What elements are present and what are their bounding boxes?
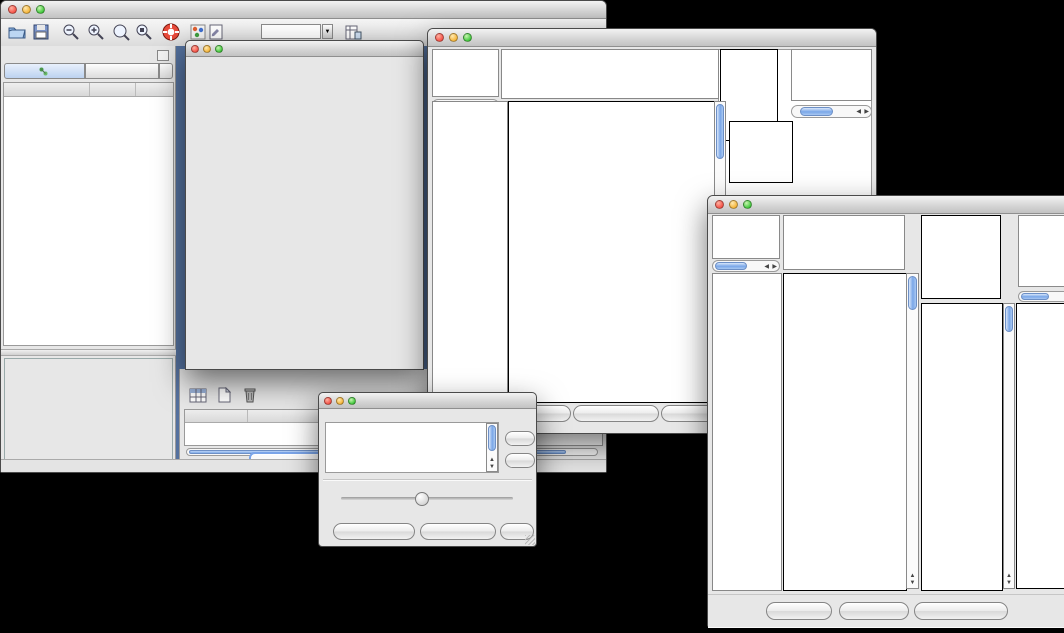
desktop: ▼ [0, 0, 1064, 633]
slider-thumb[interactable] [415, 492, 429, 506]
tab-network[interactable] [4, 63, 85, 79]
birdseye-view[interactable] [4, 358, 173, 460]
splitter-handle[interactable] [1, 349, 176, 356]
save-icon[interactable] [31, 22, 51, 42]
dialog-titlebar[interactable] [319, 393, 536, 409]
treeview2-titlebar[interactable] [708, 196, 1064, 214]
tv2-button-bar [708, 594, 1064, 627]
tv2-zoom-hscrollbar[interactable] [1018, 291, 1064, 302]
tv1-zoom-hscrollbar[interactable]: ◀ ▶ [791, 105, 872, 118]
minimize-icon[interactable] [336, 397, 344, 405]
map-colors-dialog: ▲ ▼ [318, 392, 537, 547]
tv1-export-graphics-button[interactable] [573, 405, 659, 422]
tv2-column-dendrogram-area [783, 215, 905, 270]
tv2-usage-hints [1018, 215, 1064, 287]
minimize-icon[interactable] [203, 45, 211, 53]
zoom-window-icon[interactable] [743, 200, 752, 209]
vizmapper-icon[interactable] [188, 22, 208, 42]
tv2-row-dendrogram[interactable] [712, 273, 782, 591]
close-icon[interactable] [8, 5, 17, 14]
search-input[interactable] [261, 24, 321, 39]
zoom-window-icon[interactable] [348, 397, 356, 405]
close-icon[interactable] [715, 200, 724, 209]
zoom-selected-icon[interactable] [134, 22, 154, 42]
zoom-out-icon[interactable] [61, 22, 81, 42]
scroll-up-icon[interactable]: ▲ [487, 457, 497, 463]
annotation-icon[interactable] [206, 22, 226, 42]
zoom-window-icon[interactable] [463, 33, 472, 42]
scroll-right-icon[interactable]: ▶ [864, 106, 869, 117]
tv2-view-status [712, 215, 780, 259]
tv1-usage-hints [791, 49, 872, 101]
data-col-id[interactable] [185, 410, 248, 422]
tv2-save-data-button[interactable] [839, 602, 909, 620]
delete-attribute-icon[interactable] [240, 385, 260, 405]
tv2-column-labels [921, 215, 1001, 299]
tv1-column-dendrogram[interactable] [501, 49, 719, 99]
control-panel [1, 46, 176, 459]
search-dropdown-icon[interactable]: ▼ [322, 24, 333, 39]
create-vizmap-button[interactable] [420, 523, 496, 540]
scroll-left-icon[interactable]: ◀ [856, 106, 861, 117]
network-view-canvas[interactable] [186, 57, 421, 368]
col-header-nodes[interactable] [90, 83, 136, 96]
tv1-view-status [432, 49, 499, 97]
tv1-row-dendrogram[interactable] [432, 101, 508, 403]
scroll-down-icon[interactable]: ▼ [487, 464, 497, 470]
col-header-network[interactable] [4, 83, 90, 96]
scroll-up-icon[interactable]: ▲ [1004, 573, 1014, 579]
scroll-right-icon[interactable]: ▶ [772, 261, 777, 271]
zoom-in-icon[interactable] [86, 22, 106, 42]
tv1-heatmap[interactable] [508, 101, 715, 403]
tv1-zoom-heatmap[interactable] [729, 121, 793, 183]
tv2-zoom-heatmap[interactable] [921, 303, 1003, 591]
zoom-window-icon[interactable] [36, 5, 45, 14]
tv2-vscrollbar[interactable]: ▲ ▼ [906, 273, 919, 589]
tv2-gene-labels [1016, 303, 1064, 589]
float-panel-icon[interactable] [157, 50, 169, 61]
open-folder-icon[interactable] [7, 22, 27, 42]
attribute-batch-icon[interactable] [343, 22, 363, 42]
move-down-button[interactable] [505, 453, 535, 468]
main-titlebar[interactable] [1, 1, 606, 19]
attribute-list[interactable] [325, 422, 499, 473]
close-icon[interactable] [435, 33, 444, 42]
attribute-select-icon[interactable] [188, 385, 208, 405]
move-up-button[interactable] [505, 431, 535, 446]
resize-grip[interactable] [525, 535, 535, 545]
treeview1-titlebar[interactable] [428, 29, 876, 47]
scroll-left-icon[interactable]: ◀ [764, 261, 769, 271]
tab-overflow-icon[interactable] [159, 63, 173, 79]
network-view-titlebar[interactable] [186, 41, 423, 57]
minimize-icon[interactable] [729, 200, 738, 209]
animate-vizmap-button[interactable] [333, 523, 415, 540]
tab-vizmapper[interactable] [85, 63, 159, 79]
zoom-fit-icon[interactable] [111, 22, 131, 42]
attribute-list-vscrollbar[interactable]: ▲ ▼ [486, 423, 498, 472]
scroll-up-icon[interactable]: ▲ [907, 573, 918, 579]
tv2-export-graphics-button[interactable] [914, 602, 1008, 620]
minimize-icon[interactable] [449, 33, 458, 42]
minimize-icon[interactable] [22, 5, 31, 14]
scroll-down-icon[interactable]: ▼ [907, 580, 918, 586]
tv2-status-hscrollbar[interactable]: ◀ ▶ [712, 260, 780, 272]
window-controls[interactable] [8, 5, 45, 14]
scroll-down-icon[interactable]: ▼ [1004, 580, 1014, 586]
zoom-window-icon[interactable] [215, 45, 223, 53]
tv2-settings-button[interactable] [766, 602, 832, 620]
col-header-edges[interactable] [136, 83, 173, 96]
close-icon[interactable] [324, 397, 332, 405]
new-attribute-icon[interactable] [214, 385, 234, 405]
treeview2-window: ◀ ▶ ▲ ▼ ▲ ▼ [707, 195, 1064, 627]
tv2-zoom-vscrollbar[interactable]: ▲ ▼ [1003, 303, 1015, 589]
tv1-zoom-labels [797, 121, 867, 183]
help-lifesaver-icon[interactable] [161, 22, 181, 42]
network-tab-icon [39, 67, 48, 76]
network-view-window [185, 40, 424, 370]
tv2-heatmap[interactable] [783, 273, 907, 591]
close-icon[interactable] [191, 45, 199, 53]
